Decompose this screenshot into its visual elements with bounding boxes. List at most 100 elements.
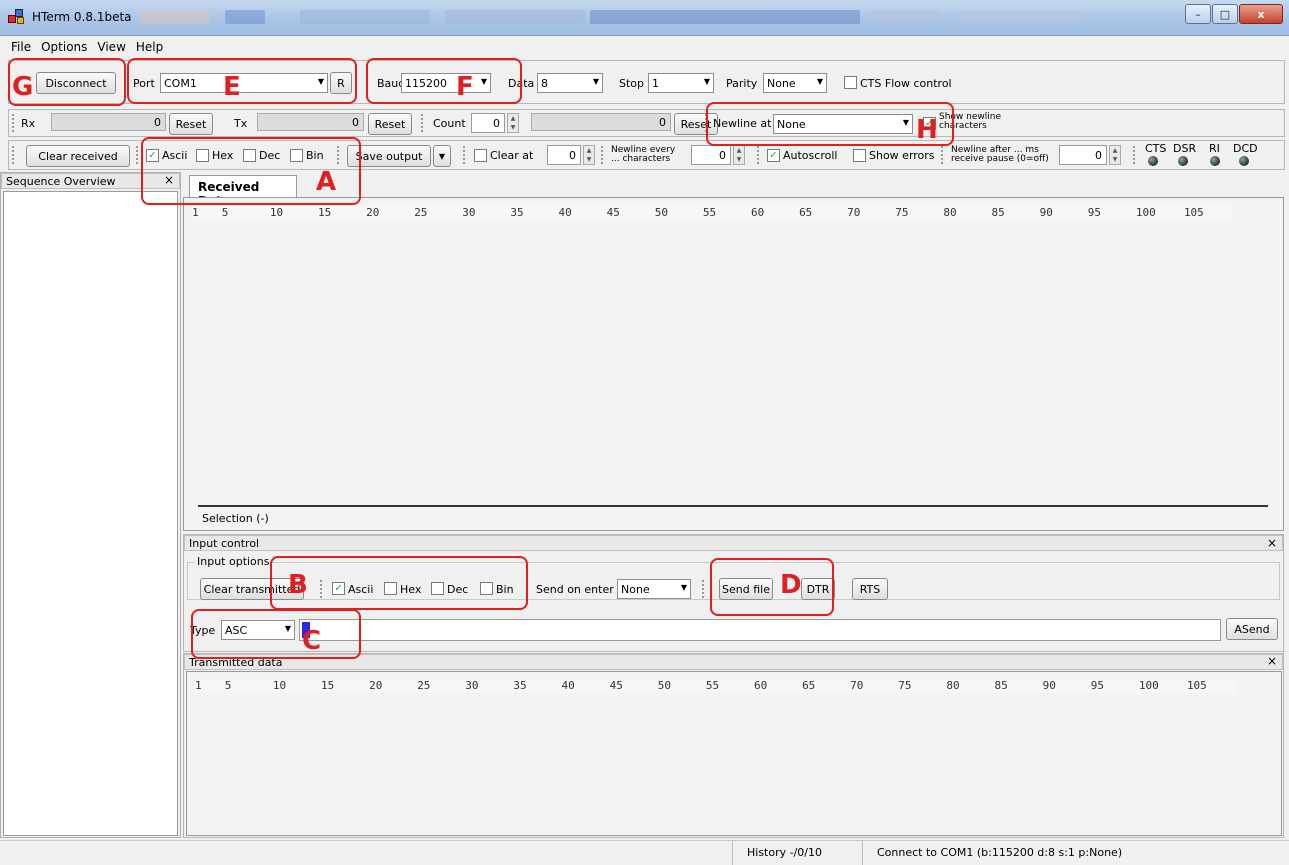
selection-label: Selection (-) <box>202 512 269 525</box>
close-icon[interactable]: × <box>1267 536 1277 550</box>
input-bin-checkbox[interactable] <box>480 582 493 595</box>
transmitted-data-view[interactable]: 1 5 10 15 20 25 30 35 40 45 50 55 60 65 70 75 80 85 90 95 10… <box>186 671 1282 836</box>
ruler-tick-label: 95 <box>1087 206 1101 219</box>
chevron-down-icon: ▼ <box>816 77 823 86</box>
send-input-field[interactable] <box>299 619 1221 641</box>
toolbar-grip[interactable] <box>941 146 944 164</box>
toolbar-grip[interactable] <box>702 580 705 598</box>
dec-checkbox[interactable] <box>243 149 256 162</box>
ruler-tick-label: 105 <box>1183 206 1204 219</box>
menu-file[interactable]: File <box>6 37 36 57</box>
input-ascii-checkbox[interactable]: ✓ <box>332 582 345 595</box>
tx-reset-button[interactable]: Reset <box>368 113 412 135</box>
send-on-enter-select[interactable]: None ▼ <box>617 579 691 599</box>
disconnect-button[interactable]: Disconnect <box>36 72 116 94</box>
refresh-ports-button[interactable]: R <box>330 72 352 94</box>
bin-checkbox[interactable] <box>290 149 303 162</box>
input-dec-checkbox[interactable] <box>431 582 444 595</box>
chevron-down-icon: ▼ <box>592 77 599 86</box>
menu-options[interactable]: Options <box>36 37 92 57</box>
blurred-taskbar-region <box>300 10 430 24</box>
rx-label: Rx <box>21 117 36 130</box>
stop-bits-value: 1 <box>652 77 659 90</box>
close-button[interactable]: x <box>1239 4 1283 24</box>
history-status: History -/0/10 <box>747 846 823 859</box>
toolbar-grip[interactable] <box>601 146 604 164</box>
ruler-tick-label: 90 <box>1039 206 1053 219</box>
minimize-button[interactable]: – <box>1185 4 1211 24</box>
stop-bits-select[interactable]: 1 ▼ <box>648 73 714 93</box>
show-errors-checkbox[interactable] <box>853 149 866 162</box>
asend-button[interactable]: ASend <box>1226 618 1278 640</box>
port-label: Port <box>133 77 155 90</box>
data-bits-label: Data <box>508 77 535 90</box>
data-bits-select[interactable]: 8 ▼ <box>537 73 603 93</box>
show-newline-checkbox[interactable]: ✓ <box>923 117 936 130</box>
chevron-down-icon: ▼ <box>317 77 324 86</box>
count-reset-button[interactable]: Reset <box>674 113 718 135</box>
close-icon[interactable]: × <box>1267 654 1277 668</box>
transmitted-column-ruler: 1 5 10 15 20 25 30 35 40 45 50 55 60 65 70 75 80 85 90 95 10… <box>195 679 1235 692</box>
clear-transmitted-button[interactable]: Clear transmitted <box>200 578 304 600</box>
dtr-button[interactable]: DTR <box>801 578 835 600</box>
port-select[interactable]: COM1 ▼ <box>160 73 328 93</box>
sequence-list[interactable] <box>3 191 178 836</box>
newline-at-select[interactable]: None ▼ <box>773 114 913 134</box>
toolbar-grip[interactable] <box>1133 146 1136 164</box>
blurred-taskbar-region <box>445 10 585 24</box>
toolbar-grip[interactable] <box>12 114 15 132</box>
ruler-tick-label: 85 <box>994 679 1008 692</box>
newline-after-label: Newline after ... ms receive pause (0=of… <box>951 145 1049 164</box>
rx-reset-button[interactable]: Reset <box>169 113 213 135</box>
autoscroll-checkbox[interactable]: ✓ <box>767 149 780 162</box>
toolbar-grip[interactable] <box>757 146 760 164</box>
clear-at-input[interactable]: 0 <box>547 145 581 165</box>
ri-signal-label: RI <box>1209 142 1220 155</box>
type-select[interactable]: ASC ▼ <box>221 620 295 640</box>
newline-after-spinner[interactable]: ▲ ▼ <box>1109 145 1121 165</box>
baud-select[interactable]: 115200 ▼ <box>401 73 491 93</box>
show-newline-label: Show newline characters <box>939 112 1001 131</box>
newline-after-input[interactable]: 0 <box>1059 145 1107 165</box>
chevron-down-icon: ▼ <box>703 77 710 86</box>
input-control-panel: Input control × Input options Clear tran… <box>183 534 1284 652</box>
tab-received-data[interactable]: Received Data <box>189 175 297 208</box>
input-hex-checkbox[interactable] <box>384 582 397 595</box>
toolbar-grip[interactable] <box>337 146 340 164</box>
save-output-button[interactable]: Save output <box>347 145 431 167</box>
maximize-button[interactable]: □ <box>1212 4 1238 24</box>
clear-received-button[interactable]: Clear received <box>26 145 130 167</box>
send-on-enter-label: Send on enter <box>536 583 614 596</box>
close-icon[interactable]: × <box>164 173 174 187</box>
ruler-tick-label: 65 <box>799 206 813 219</box>
count-input[interactable]: 0 <box>471 113 505 133</box>
newline-every-spinner[interactable]: ▲ ▼ <box>733 145 745 165</box>
hex-checkbox[interactable] <box>196 149 209 162</box>
received-data-view[interactable]: 1 5 10 15 20 25 30 35 40 45 50 55 60 65 70 75 80 85 90 95 10… <box>183 197 1284 531</box>
toolbar-grip[interactable] <box>463 146 466 164</box>
ruler-tick-label: 1 <box>195 679 202 692</box>
parity-select[interactable]: None ▼ <box>763 73 827 93</box>
cts-flow-checkbox[interactable] <box>844 76 857 89</box>
toolbar-grip[interactable] <box>136 146 139 164</box>
menu-view[interactable]: View <box>92 37 130 57</box>
clear-at-spinner[interactable]: ▲ ▼ <box>583 145 595 165</box>
selection-divider <box>198 505 1268 507</box>
tx-counter: 0 <box>257 113 364 131</box>
send-file-button[interactable]: Send file <box>719 578 773 600</box>
ascii-checkbox[interactable]: ✓ <box>146 149 159 162</box>
input-options-label: Input options <box>195 555 272 568</box>
rts-button[interactable]: RTS <box>852 578 888 600</box>
newline-every-input[interactable]: 0 <box>691 145 731 165</box>
ruler-tick-label: 70 <box>850 679 864 692</box>
blurred-taskbar-region <box>225 10 265 24</box>
menu-help[interactable]: Help <box>131 37 168 57</box>
toolbar-grip[interactable] <box>12 146 15 164</box>
toolbar-grip[interactable] <box>705 114 708 132</box>
toolbar-grip[interactable] <box>421 114 424 132</box>
clear-at-checkbox[interactable] <box>474 149 487 162</box>
toolbar-grip[interactable] <box>320 580 323 598</box>
sequence-overview-title: Sequence Overview <box>1 173 180 189</box>
count-spinner[interactable]: ▲ ▼ <box>507 113 519 133</box>
save-output-menu-button[interactable]: ▼ <box>433 145 451 167</box>
